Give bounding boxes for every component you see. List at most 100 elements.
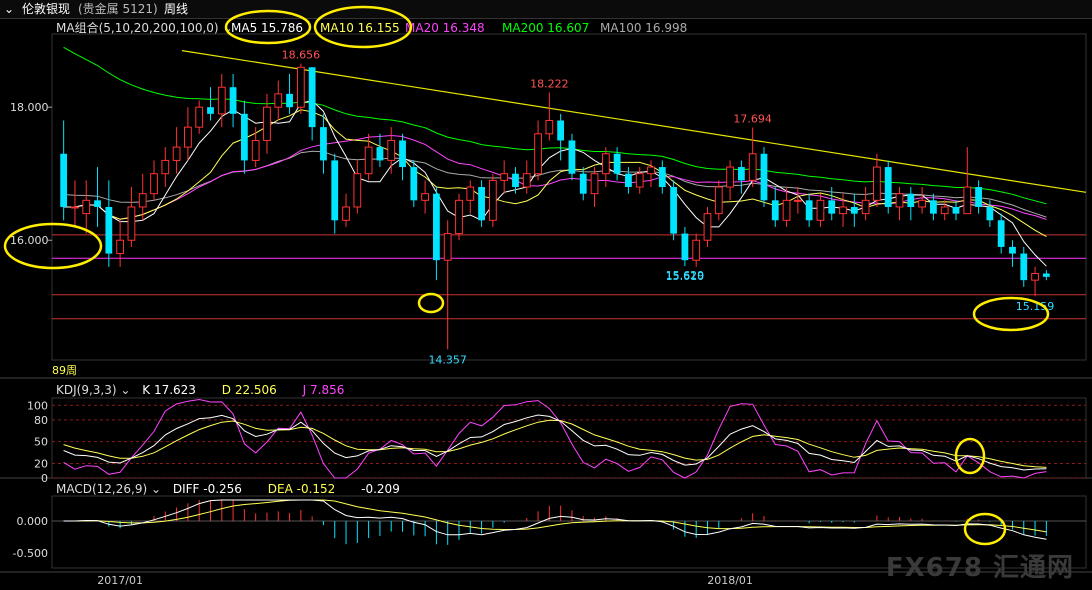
title-bar: ⌄ 伦敦银现 (贵金属 5121) 周线 [0, 0, 1092, 19]
candle-body [207, 107, 214, 114]
candle-body [873, 166, 881, 201]
price-high-label: 18.656 [282, 49, 321, 62]
x-axis-tick: 2017/01 [97, 574, 143, 587]
candle-body [884, 167, 892, 207]
candle-body [805, 200, 813, 221]
candle-body [760, 153, 768, 201]
period-selector[interactable]: 周线 [164, 0, 188, 18]
candle-body [399, 140, 406, 168]
instrument-title: 伦敦银现 [22, 2, 71, 16]
macd-y-tick: 0.000 [17, 515, 49, 528]
chart-window: ⌄ 伦敦银现 (贵金属 5121) 周线 MA组合(5,10,20,200,10… [0, 0, 1092, 590]
candle-body [782, 199, 791, 221]
macd-diff-line [63, 499, 1047, 540]
price-high-label: 17.694 [733, 113, 772, 126]
candle-body [105, 206, 113, 254]
candle-body [1031, 273, 1039, 281]
highlight-circle-kdj [954, 437, 986, 475]
candle-body [116, 239, 125, 255]
kdj-legend-label[interactable]: KDJ(9,3,3) [56, 383, 117, 397]
kdj-y-tick: 100 [27, 399, 48, 412]
candle-body [534, 133, 542, 175]
price-panel-frame [51, 33, 1087, 361]
chart-canvas: 18.000 16.000 18.656 18.222 17.694 15.62915.6… [0, 5, 1092, 587]
candle-body [625, 173, 632, 188]
macd-dea-value: DEA -0.152 [267, 482, 336, 496]
volume-label: 89周 [52, 364, 77, 377]
price-y-tick: 16.000 [10, 234, 49, 247]
candle-body [963, 186, 972, 215]
highlight-circle-low [417, 292, 445, 314]
ma200-line [63, 46, 1047, 205]
candle-body [229, 87, 237, 114]
ma100-legend: MA100 16.998 [600, 21, 688, 35]
chevron-down-icon[interactable]: ⌄ [120, 383, 130, 397]
candle-body [466, 186, 475, 201]
kdj-k-value: K 17.623 [142, 383, 196, 397]
candle-body [240, 113, 248, 161]
ma10-line [63, 109, 1047, 238]
market-label: (贵金属 5121) [78, 2, 158, 16]
ma-legend-label[interactable]: MA组合(5,10,20,200,100,0) [56, 21, 219, 35]
kdj-y-tick: 80 [34, 414, 48, 427]
candle-body [71, 206, 79, 209]
candle-body [364, 146, 373, 175]
candle-body [658, 167, 666, 188]
candle-body [771, 200, 779, 221]
candle-body [478, 187, 485, 221]
candle-body [184, 126, 192, 148]
price-low-label: 15.159 [1016, 300, 1055, 313]
candle-body [410, 167, 418, 201]
candle-body [150, 173, 158, 195]
candle-body [748, 153, 757, 181]
macd-legend-label[interactable]: MACD(12,26,9) [56, 482, 147, 496]
ma20-legend: MA20 16.348 [405, 21, 485, 35]
candle-body [557, 120, 565, 141]
ma200-legend: MA200 16.607 [502, 21, 590, 35]
price-high-label: 18.222 [530, 77, 569, 90]
kdj-d-value: D 22.506 [221, 383, 277, 397]
candle-body [635, 173, 644, 188]
kdj-j-value: J 7.856 [302, 383, 345, 397]
candle-body [670, 187, 677, 234]
candle-body [895, 193, 904, 208]
candle-body [331, 160, 339, 221]
candle-body [737, 167, 745, 181]
ma10-legend: MA10 16.155 [320, 21, 400, 35]
kdj-y-tick: 0 [41, 472, 48, 485]
candle-body [488, 179, 497, 221]
candle-body [172, 146, 181, 161]
candle-body [601, 153, 610, 175]
candle-body [1009, 246, 1016, 254]
candle-body [455, 199, 463, 235]
kdj-y-tick: 50 [34, 436, 48, 449]
candle-body [161, 159, 170, 175]
candle-body [681, 233, 689, 261]
price-y-tick: 18.000 [10, 101, 49, 114]
candle-body [387, 139, 396, 161]
candle-body [828, 200, 836, 214]
candle-body [714, 186, 723, 215]
candle-body [545, 119, 554, 135]
ma5-legend: MA5 15.786 [231, 21, 304, 35]
ma5-line [63, 99, 1047, 267]
highlight-circle-macd [963, 512, 1007, 546]
macd-y-tick: -0.500 [13, 547, 48, 560]
price-low-label: 15.610 [666, 270, 705, 283]
price-low-label: 14.357 [428, 354, 467, 367]
candle-body [433, 193, 440, 261]
kdj-legend: KDJ(9,3,3) ⌄ K 17.623 D 22.506 J 7.856 [56, 383, 344, 397]
candle-body [308, 67, 316, 128]
candle-body [195, 106, 204, 128]
price-low-label: 15.629 [666, 269, 705, 282]
candle-body [138, 193, 147, 208]
candle-body [342, 206, 350, 221]
candle-body [443, 233, 452, 261]
trend-line [181, 50, 1087, 193]
candle-body [296, 66, 305, 108]
chevron-down-icon[interactable]: ⌄ [4, 0, 14, 18]
chevron-down-icon[interactable]: ⌄ [151, 482, 161, 496]
ma20-line [63, 134, 1047, 220]
candle-body [986, 206, 994, 221]
macd-dea-line [63, 499, 1047, 533]
